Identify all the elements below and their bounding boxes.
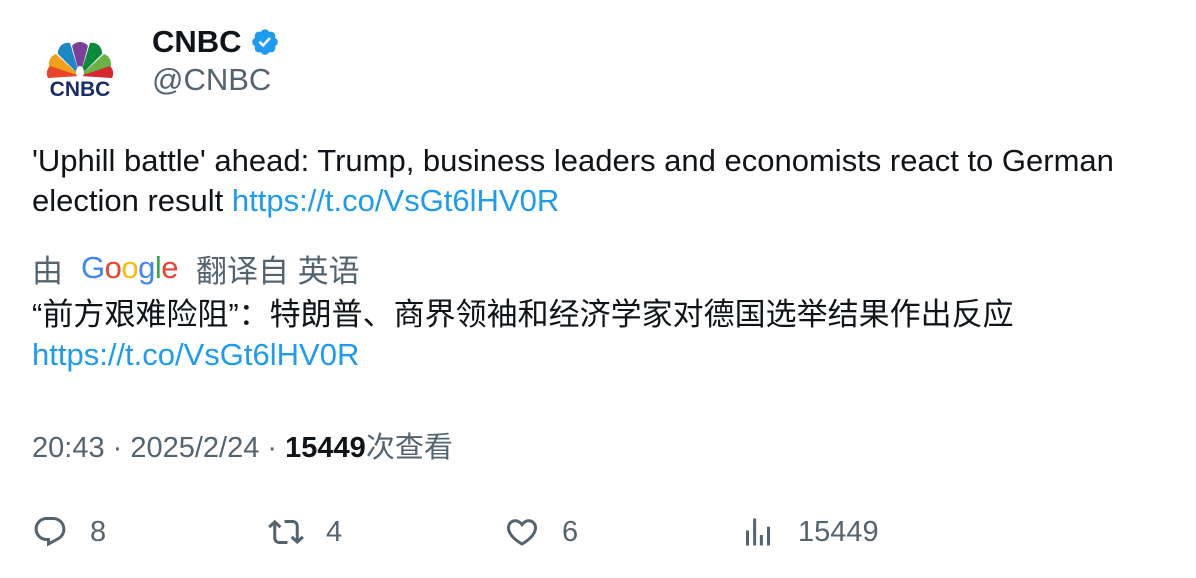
views-action-count: 15449 xyxy=(798,515,879,548)
tweet-text-content: 'Uphill battle' ahead: Trump, business l… xyxy=(32,143,1114,218)
translated-text: “前方艰难险阻”：特朗普、商界领袖和经济学家对德国选举结果作出反应 https:… xyxy=(32,295,1172,375)
reply-icon xyxy=(34,517,66,547)
meta-separator-2: · xyxy=(259,432,286,464)
avatar[interactable]: CNBC xyxy=(32,26,128,122)
tweet-date[interactable]: 2025/2/24 xyxy=(130,432,259,464)
translation-attribution: 由 Google 翻译自 英语 xyxy=(32,246,360,290)
translated-link[interactable]: https://t.co/VsGt6lHV0R xyxy=(32,335,1172,375)
tweet-meta: 20:43 · 2025/2/24 · 15449次查看 xyxy=(32,424,453,466)
tweet-text: 'Uphill battle' ahead: Trump, business l… xyxy=(32,141,1172,221)
action-bar: 8 4 6 15449 xyxy=(32,510,1172,554)
translated-text-content: “前方艰难险阻”：特朗普、商界领袖和经济学家对德国选举结果作出反应 xyxy=(32,297,1014,332)
retweet-icon xyxy=(268,519,304,545)
reply-button[interactable]: 8 xyxy=(32,510,106,554)
display-name[interactable]: CNBC xyxy=(152,24,242,60)
cnbc-peacock-logo-icon: CNBC xyxy=(46,41,114,101)
translation-by-label: 由 xyxy=(32,253,63,289)
retweet-button[interactable]: 4 xyxy=(268,510,342,554)
views-count: 15449 xyxy=(285,432,366,464)
views-label: 次查看 xyxy=(365,432,453,464)
verified-badge-icon xyxy=(250,27,280,57)
heart-icon xyxy=(506,519,538,546)
like-count: 6 xyxy=(562,515,579,548)
retweet-count: 4 xyxy=(326,515,343,548)
views-button[interactable]: 15449 xyxy=(740,510,879,554)
like-button[interactable]: 6 xyxy=(504,510,578,554)
tweet-card: CNBC CNBC @CNBC 'Uphill battle' ahead: T… xyxy=(0,0,1196,578)
tweet-time[interactable]: 20:43 xyxy=(32,432,105,464)
google-logo-icon[interactable]: Google xyxy=(81,250,179,286)
meta-separator: · xyxy=(104,432,131,464)
reply-count: 8 xyxy=(90,515,107,548)
author-handle[interactable]: @CNBC xyxy=(152,62,271,98)
avatar-text: CNBC xyxy=(50,78,111,101)
translation-from-label: 翻译自 英语 xyxy=(196,253,360,289)
tweet-link[interactable]: https://t.co/VsGt6lHV0R xyxy=(232,183,559,218)
analytics-icon xyxy=(746,518,770,546)
author-name-row[interactable]: CNBC xyxy=(152,22,280,62)
